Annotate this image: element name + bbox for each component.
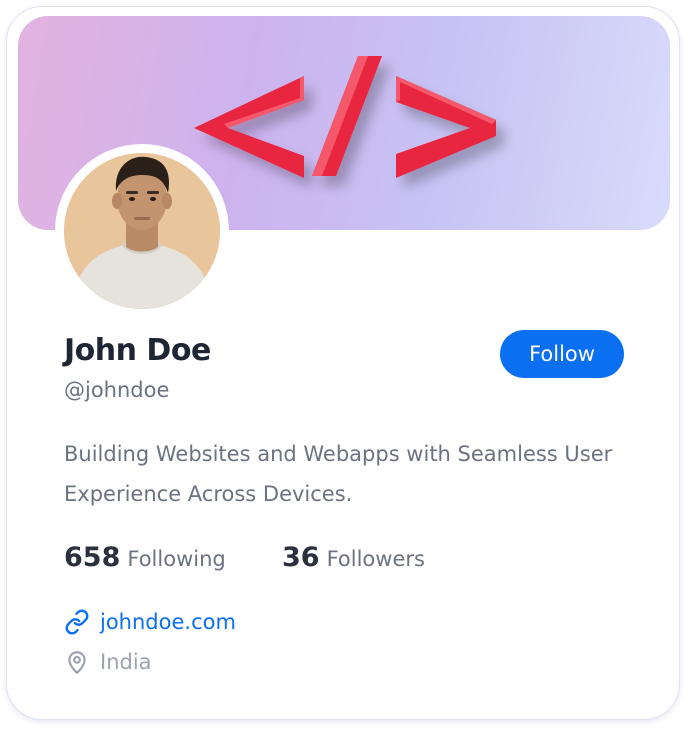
map-pin-icon: [64, 649, 90, 675]
following-label: Following: [127, 547, 226, 571]
website-link[interactable]: johndoe.com: [100, 610, 236, 634]
avatar[interactable]: [64, 153, 220, 309]
profile-bio: Building Websites and Webapps with Seaml…: [64, 442, 613, 506]
profile-handle: @johndoe: [64, 378, 170, 402]
following-stat[interactable]: 658 Following: [64, 538, 226, 581]
followers-count: 36: [282, 542, 320, 573]
website-row: johndoe.com: [64, 604, 236, 640]
avatar-photo: [64, 153, 220, 309]
following-count: 658: [64, 542, 121, 573]
follow-button[interactable]: Follow: [500, 330, 624, 378]
followers-label: Followers: [326, 547, 425, 571]
link-icon: [64, 609, 90, 635]
followers-stat[interactable]: 36 Followers: [282, 538, 425, 581]
location-row: India: [64, 644, 152, 680]
location-text: India: [100, 650, 152, 674]
profile-name: John Doe: [64, 333, 211, 368]
